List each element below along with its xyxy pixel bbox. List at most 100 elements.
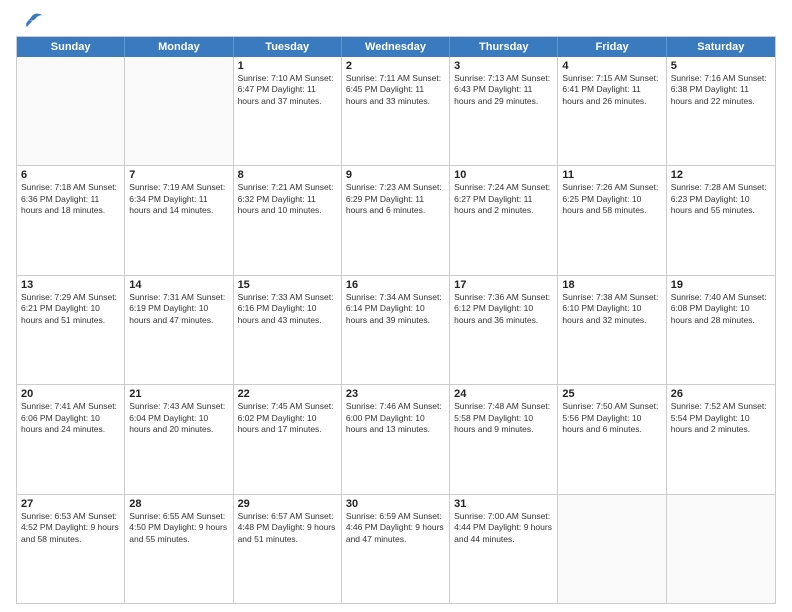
day-cell-16: 16Sunrise: 7:34 AM Sunset: 6:14 PM Dayli… bbox=[342, 276, 450, 384]
day-number: 29 bbox=[238, 498, 337, 510]
day-cell-26: 26Sunrise: 7:52 AM Sunset: 5:54 PM Dayli… bbox=[667, 385, 775, 493]
empty-cell bbox=[667, 495, 775, 603]
day-number: 10 bbox=[454, 169, 553, 181]
day-cell-6: 6Sunrise: 7:18 AM Sunset: 6:36 PM Daylig… bbox=[17, 166, 125, 274]
day-number: 25 bbox=[562, 388, 661, 400]
day-number: 12 bbox=[671, 169, 771, 181]
day-cell-18: 18Sunrise: 7:38 AM Sunset: 6:10 PM Dayli… bbox=[558, 276, 666, 384]
day-cell-17: 17Sunrise: 7:36 AM Sunset: 6:12 PM Dayli… bbox=[450, 276, 558, 384]
day-number: 14 bbox=[129, 279, 228, 291]
day-cell-7: 7Sunrise: 7:19 AM Sunset: 6:34 PM Daylig… bbox=[125, 166, 233, 274]
day-info: Sunrise: 6:57 AM Sunset: 4:48 PM Dayligh… bbox=[238, 511, 336, 544]
day-number: 15 bbox=[238, 279, 337, 291]
day-cell-30: 30Sunrise: 6:59 AM Sunset: 4:46 PM Dayli… bbox=[342, 495, 450, 603]
day-cell-4: 4Sunrise: 7:15 AM Sunset: 6:41 PM Daylig… bbox=[558, 57, 666, 165]
day-number: 31 bbox=[454, 498, 553, 510]
day-cell-19: 19Sunrise: 7:40 AM Sunset: 6:08 PM Dayli… bbox=[667, 276, 775, 384]
day-number: 9 bbox=[346, 169, 445, 181]
calendar-body: 1Sunrise: 7:10 AM Sunset: 6:47 PM Daylig… bbox=[17, 57, 775, 603]
header-day-thursday: Thursday bbox=[450, 37, 558, 57]
day-info: Sunrise: 7:38 AM Sunset: 6:10 PM Dayligh… bbox=[562, 292, 658, 325]
day-info: Sunrise: 7:24 AM Sunset: 6:27 PM Dayligh… bbox=[454, 182, 550, 215]
day-info: Sunrise: 7:34 AM Sunset: 6:14 PM Dayligh… bbox=[346, 292, 442, 325]
header-day-sunday: Sunday bbox=[17, 37, 125, 57]
day-info: Sunrise: 7:10 AM Sunset: 6:47 PM Dayligh… bbox=[238, 73, 334, 106]
day-cell-27: 27Sunrise: 6:53 AM Sunset: 4:52 PM Dayli… bbox=[17, 495, 125, 603]
calendar-row-2: 13Sunrise: 7:29 AM Sunset: 6:21 PM Dayli… bbox=[17, 276, 775, 385]
day-number: 21 bbox=[129, 388, 228, 400]
calendar: SundayMondayTuesdayWednesdayThursdayFrid… bbox=[16, 36, 776, 604]
day-info: Sunrise: 7:31 AM Sunset: 6:19 PM Dayligh… bbox=[129, 292, 225, 325]
day-number: 16 bbox=[346, 279, 445, 291]
day-number: 13 bbox=[21, 279, 120, 291]
day-info: Sunrise: 6:53 AM Sunset: 4:52 PM Dayligh… bbox=[21, 511, 119, 544]
empty-cell bbox=[17, 57, 125, 165]
day-info: Sunrise: 7:15 AM Sunset: 6:41 PM Dayligh… bbox=[562, 73, 658, 106]
logo bbox=[16, 12, 46, 32]
day-cell-21: 21Sunrise: 7:43 AM Sunset: 6:04 PM Dayli… bbox=[125, 385, 233, 493]
day-info: Sunrise: 7:13 AM Sunset: 6:43 PM Dayligh… bbox=[454, 73, 550, 106]
day-cell-22: 22Sunrise: 7:45 AM Sunset: 6:02 PM Dayli… bbox=[234, 385, 342, 493]
day-info: Sunrise: 7:00 AM Sunset: 4:44 PM Dayligh… bbox=[454, 511, 552, 544]
day-cell-28: 28Sunrise: 6:55 AM Sunset: 4:50 PM Dayli… bbox=[125, 495, 233, 603]
day-cell-24: 24Sunrise: 7:48 AM Sunset: 5:58 PM Dayli… bbox=[450, 385, 558, 493]
day-cell-11: 11Sunrise: 7:26 AM Sunset: 6:25 PM Dayli… bbox=[558, 166, 666, 274]
day-info: Sunrise: 7:45 AM Sunset: 6:02 PM Dayligh… bbox=[238, 401, 334, 434]
day-number: 26 bbox=[671, 388, 771, 400]
header bbox=[16, 12, 776, 32]
header-day-saturday: Saturday bbox=[667, 37, 775, 57]
day-number: 2 bbox=[346, 60, 445, 72]
calendar-header: SundayMondayTuesdayWednesdayThursdayFrid… bbox=[17, 37, 775, 57]
day-info: Sunrise: 7:52 AM Sunset: 5:54 PM Dayligh… bbox=[671, 401, 767, 434]
day-number: 5 bbox=[671, 60, 771, 72]
header-day-monday: Monday bbox=[125, 37, 233, 57]
day-info: Sunrise: 7:48 AM Sunset: 5:58 PM Dayligh… bbox=[454, 401, 550, 434]
day-info: Sunrise: 7:19 AM Sunset: 6:34 PM Dayligh… bbox=[129, 182, 225, 215]
day-cell-23: 23Sunrise: 7:46 AM Sunset: 6:00 PM Dayli… bbox=[342, 385, 450, 493]
logo-bird-icon bbox=[20, 12, 44, 32]
empty-cell bbox=[125, 57, 233, 165]
day-number: 8 bbox=[238, 169, 337, 181]
day-info: Sunrise: 7:40 AM Sunset: 6:08 PM Dayligh… bbox=[671, 292, 767, 325]
day-number: 7 bbox=[129, 169, 228, 181]
day-cell-15: 15Sunrise: 7:33 AM Sunset: 6:16 PM Dayli… bbox=[234, 276, 342, 384]
day-cell-13: 13Sunrise: 7:29 AM Sunset: 6:21 PM Dayli… bbox=[17, 276, 125, 384]
day-info: Sunrise: 6:59 AM Sunset: 4:46 PM Dayligh… bbox=[346, 511, 444, 544]
day-cell-8: 8Sunrise: 7:21 AM Sunset: 6:32 PM Daylig… bbox=[234, 166, 342, 274]
day-info: Sunrise: 7:26 AM Sunset: 6:25 PM Dayligh… bbox=[562, 182, 658, 215]
day-cell-2: 2Sunrise: 7:11 AM Sunset: 6:45 PM Daylig… bbox=[342, 57, 450, 165]
calendar-row-1: 6Sunrise: 7:18 AM Sunset: 6:36 PM Daylig… bbox=[17, 166, 775, 275]
day-info: Sunrise: 7:41 AM Sunset: 6:06 PM Dayligh… bbox=[21, 401, 117, 434]
day-number: 20 bbox=[21, 388, 120, 400]
day-cell-14: 14Sunrise: 7:31 AM Sunset: 6:19 PM Dayli… bbox=[125, 276, 233, 384]
header-day-wednesday: Wednesday bbox=[342, 37, 450, 57]
day-number: 30 bbox=[346, 498, 445, 510]
day-cell-10: 10Sunrise: 7:24 AM Sunset: 6:27 PM Dayli… bbox=[450, 166, 558, 274]
calendar-row-4: 27Sunrise: 6:53 AM Sunset: 4:52 PM Dayli… bbox=[17, 495, 775, 603]
day-number: 23 bbox=[346, 388, 445, 400]
day-info: Sunrise: 7:46 AM Sunset: 6:00 PM Dayligh… bbox=[346, 401, 442, 434]
day-number: 3 bbox=[454, 60, 553, 72]
day-cell-29: 29Sunrise: 6:57 AM Sunset: 4:48 PM Dayli… bbox=[234, 495, 342, 603]
day-info: Sunrise: 7:50 AM Sunset: 5:56 PM Dayligh… bbox=[562, 401, 658, 434]
header-day-friday: Friday bbox=[558, 37, 666, 57]
day-number: 18 bbox=[562, 279, 661, 291]
day-number: 27 bbox=[21, 498, 120, 510]
day-info: Sunrise: 7:33 AM Sunset: 6:16 PM Dayligh… bbox=[238, 292, 334, 325]
day-number: 6 bbox=[21, 169, 120, 181]
day-info: Sunrise: 7:23 AM Sunset: 6:29 PM Dayligh… bbox=[346, 182, 442, 215]
day-number: 1 bbox=[238, 60, 337, 72]
day-number: 4 bbox=[562, 60, 661, 72]
day-cell-12: 12Sunrise: 7:28 AM Sunset: 6:23 PM Dayli… bbox=[667, 166, 775, 274]
day-number: 22 bbox=[238, 388, 337, 400]
day-cell-9: 9Sunrise: 7:23 AM Sunset: 6:29 PM Daylig… bbox=[342, 166, 450, 274]
day-cell-25: 25Sunrise: 7:50 AM Sunset: 5:56 PM Dayli… bbox=[558, 385, 666, 493]
page: SundayMondayTuesdayWednesdayThursdayFrid… bbox=[0, 0, 792, 612]
calendar-row-3: 20Sunrise: 7:41 AM Sunset: 6:06 PM Dayli… bbox=[17, 385, 775, 494]
day-cell-20: 20Sunrise: 7:41 AM Sunset: 6:06 PM Dayli… bbox=[17, 385, 125, 493]
day-info: Sunrise: 7:11 AM Sunset: 6:45 PM Dayligh… bbox=[346, 73, 441, 106]
day-cell-1: 1Sunrise: 7:10 AM Sunset: 6:47 PM Daylig… bbox=[234, 57, 342, 165]
day-info: Sunrise: 7:36 AM Sunset: 6:12 PM Dayligh… bbox=[454, 292, 550, 325]
day-number: 19 bbox=[671, 279, 771, 291]
day-cell-5: 5Sunrise: 7:16 AM Sunset: 6:38 PM Daylig… bbox=[667, 57, 775, 165]
